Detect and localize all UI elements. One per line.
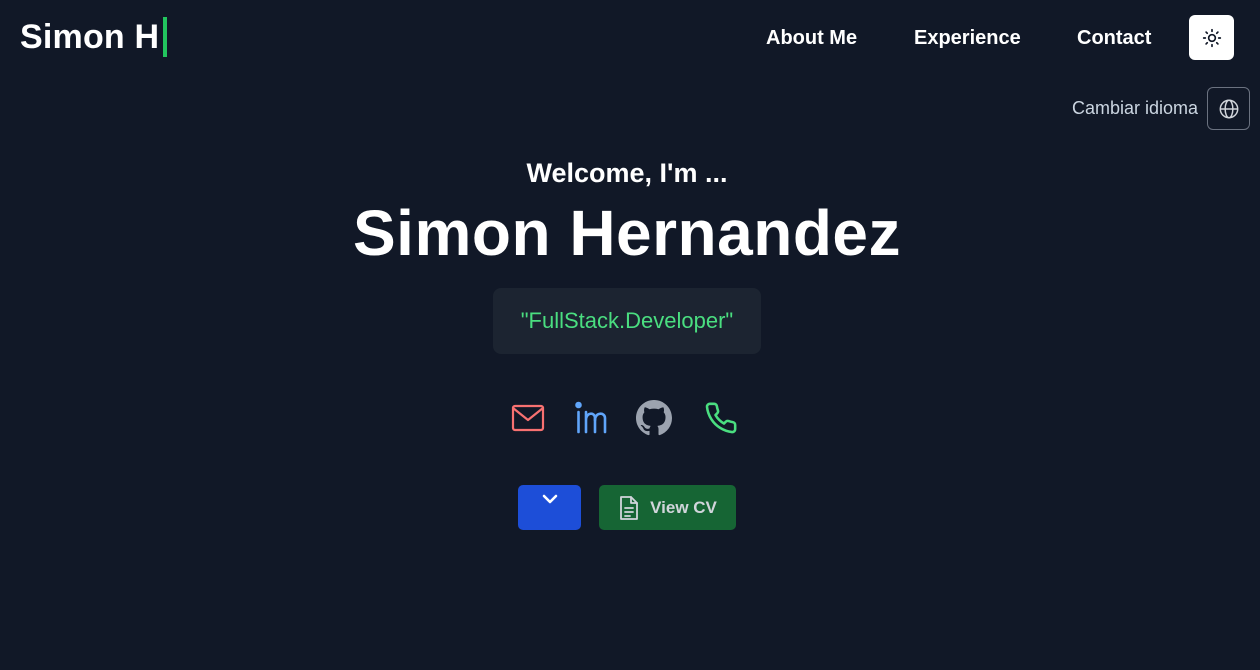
phone-link[interactable] xyxy=(703,400,739,436)
linkedin-link[interactable] xyxy=(573,400,609,436)
nav-experience[interactable]: Experience xyxy=(914,22,1021,54)
chevron-down-icon xyxy=(541,493,559,505)
view-cv-label: View CV xyxy=(650,497,717,517)
theme-toggle-button[interactable] xyxy=(1189,15,1234,60)
globe-icon xyxy=(1218,98,1240,120)
mail-link[interactable] xyxy=(510,400,546,436)
phone-icon xyxy=(704,401,738,435)
role-badge: "FullStack.Developer" xyxy=(493,288,761,354)
language-label: Cambiar idioma xyxy=(1071,98,1198,118)
view-cv-button[interactable]: View CV xyxy=(599,485,736,530)
language-button[interactable] xyxy=(1207,87,1250,130)
sun-icon xyxy=(1202,28,1222,48)
mail-icon xyxy=(511,403,545,433)
page: Simon H About Me Experience Contact Camb… xyxy=(0,0,1260,670)
scroll-down-button[interactable] xyxy=(518,485,581,530)
document-icon xyxy=(618,495,640,521)
linkedin-icon xyxy=(573,400,609,436)
logo[interactable]: Simon H xyxy=(20,17,168,57)
github-icon xyxy=(636,400,672,436)
logo-text: Simon H xyxy=(20,17,160,56)
nav-contact[interactable]: Contact xyxy=(1077,22,1151,54)
typing-cursor xyxy=(163,17,168,57)
hero-name: Simon Hernandez xyxy=(352,197,902,269)
role-text: "FullStack.Developer" xyxy=(520,308,734,333)
nav-about-me[interactable]: About Me xyxy=(766,22,857,54)
github-link[interactable] xyxy=(636,400,672,436)
welcome-text: Welcome, I'm ... xyxy=(526,158,728,188)
